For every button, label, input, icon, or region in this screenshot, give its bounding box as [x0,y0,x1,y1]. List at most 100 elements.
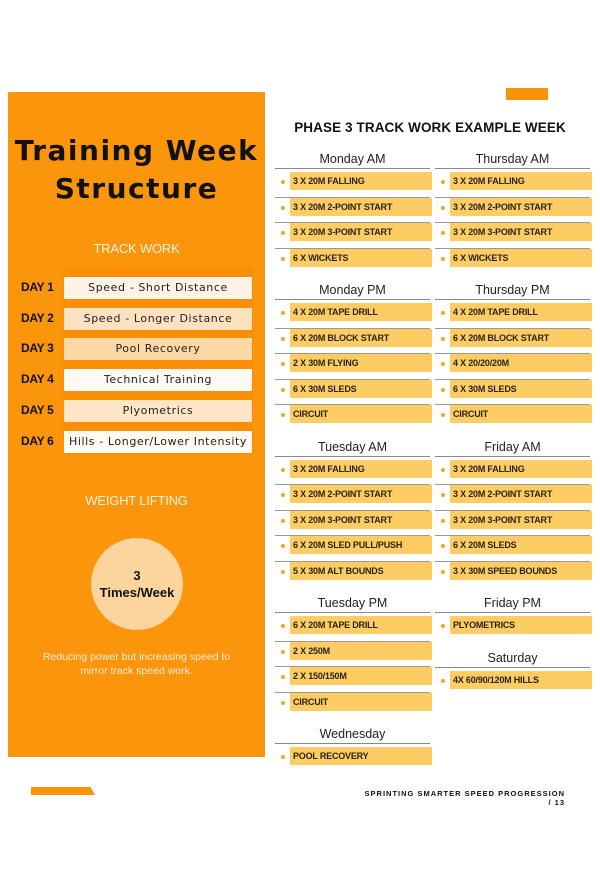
workout-item: POOL RECOVERY [275,747,432,772]
session-heading: Tuesday AM [275,438,430,457]
workout-item: 4 X 20/20/20M [435,354,592,380]
bullet-icon [441,362,445,366]
schedule-column-right: Thursday AM 3 X 20M FALLING 3 X 20M 2-POIN… [435,150,592,703]
workout-item: 3 X 20M FALLING [435,459,592,485]
workout-label: 6 X 30M SLEDS [290,379,432,398]
workout-label: POOL RECOVERY [290,747,432,765]
session-block: Friday PM PLYOMETRICS [435,594,592,641]
workout-item: 6 X 20M BLOCK START [435,328,592,354]
workout-label: 2 X 250M [290,641,432,660]
workout-item: CIRCUIT [275,692,432,718]
bullet-icon [441,311,445,315]
day-row: DAY 4 Technical Training [8,369,265,391]
workout-label: 3 X 20M 3-POINT START [290,510,432,529]
frequency-number: 3 [133,568,141,583]
workout-label: 6 X 20M TAPE DRILL [290,616,432,634]
day-label: DAY 4 [21,372,54,386]
bullet-icon [441,624,445,628]
workout-item: 3 X 20M 3-POINT START [435,223,592,249]
day-label: DAY 5 [21,403,54,417]
bullet-icon [441,544,445,548]
workout-label: 2 X 30M FLYING [290,354,432,372]
workout-label: 6 X 30M SLEDS [450,379,592,398]
bullet-icon [281,624,285,628]
bullet-icon [281,544,285,548]
panel-title-line1: Training Week [14,134,259,167]
bullet-icon [441,467,445,472]
bullet-icon [281,387,285,392]
session-block: Thursday AM 3 X 20M FALLING 3 X 20M 2-POIN… [435,150,592,274]
bullet-icon [441,336,445,341]
session-heading: Monday PM [275,281,430,300]
workout-item: 6 X WICKETS [435,248,592,274]
session-heading: Thursday AM [435,150,590,169]
workout-item: 3 X 20M FALLING [435,172,592,198]
workout-label: 6 X WICKETS [290,248,432,267]
week-title: PHASE 3 TRACK WORK EXAMPLE WEEK [294,120,566,135]
day-focus: Speed - Short Distance [64,277,252,299]
workout-label: 2 X 150/150M [290,667,432,685]
session-heading: Wednesday [275,725,430,744]
workout-item: 3 X 20M 3-POINT START [275,510,432,536]
day-label: DAY 6 [21,434,54,448]
workout-item: 5 X 30M ALT BOUNDS [275,561,432,587]
workout-label: 6 X WICKETS [450,248,592,267]
workout-label: CIRCUIT [290,692,432,711]
workout-label: 3 X 20M FALLING [450,459,592,478]
workout-item: 2 X 150/150M [275,667,432,693]
workout-label: 3 X 20M 2-POINT START [290,197,432,216]
workout-item: CIRCUIT [275,405,432,430]
workout-item: 6 X 20M BLOCK START [275,328,432,354]
session-block: Monday PM 4 X 20M TAPE DRILL 6 X 20M BLOCK… [275,281,432,430]
workout-label: 6 X 20M BLOCK START [450,328,592,347]
day-focus: Hills - Longer/Lower Intensity [64,431,252,453]
workout-label: 3 X 30M SPEED BOUNDS [450,561,592,580]
session-gap [275,586,430,594]
bullet-icon [281,518,285,523]
workout-item: 2 X 30M FLYING [275,354,432,380]
day-row: DAY 5 Plyometrics [8,400,265,422]
day-label: DAY 3 [21,341,54,355]
bullet-icon [441,518,445,523]
bullet-icon [281,256,285,261]
workout-item: 6 X 20M SLEDS [435,536,592,562]
workout-label: 3 X 20M 3-POINT START [450,510,592,529]
day-row: DAY 6 Hills - Longer/Lower Intensity [8,431,265,453]
workout-item: 6 X WICKETS [275,248,432,274]
workout-label: CIRCUIT [450,405,592,423]
session-block: Friday AM 3 X 20M FALLING 3 X 20M 2-POINT … [435,438,592,587]
panel-title-line2: Structure [54,172,219,205]
session-heading: Saturday [435,649,590,668]
workout-label: 3 X 20M FALLING [290,459,432,478]
day-focus: Plyometrics [64,400,252,422]
bullet-icon [281,569,285,574]
bullet-icon [281,755,285,759]
bullet-icon [281,413,285,417]
day-row: DAY 1 Speed - Short Distance [8,277,265,299]
workout-label: 3 X 20M 2-POINT START [290,485,432,503]
bullet-icon [281,700,285,705]
bullet-icon [281,649,285,654]
workout-item: 3 X 20M FALLING [275,172,432,198]
footer-text: SPRINTING SMARTER SPEED PROGRESSION / 13 [364,789,565,807]
session-block: Tuesday PM 6 X 20M TAPE DRILL 2 X 250M 2 X … [275,594,432,718]
workout-item: 3 X 20M 2-POINT START [435,197,592,223]
day-focus: Speed - Longer Distance [64,308,252,330]
workout-item: 3 X 20M 2-POINT START [275,485,432,511]
workout-item: 4 X 20M TAPE DRILL [275,303,432,329]
bullet-icon [441,413,445,417]
bullet-icon [281,362,285,366]
session-gap [275,717,430,725]
bullet-icon [441,180,445,184]
workout-item: 2 X 250M [275,641,432,667]
session-heading: Tuesday PM [275,594,430,613]
workout-label: 6 X 20M SLED PULL/PUSH [290,536,432,554]
workout-item: 3 X 20M 3-POINT START [275,223,432,249]
workout-item: CIRCUIT [435,405,592,430]
bullet-icon [281,467,285,472]
frequency-unit: Times/Week [99,585,175,600]
session-block: Saturday 4X 60/90/120M HILLS [435,649,592,696]
session-block: Monday AM 3 X 20M FALLING 3 X 20M 2-POINT … [275,150,432,274]
session-gap [275,273,430,281]
session-gap [435,641,590,649]
